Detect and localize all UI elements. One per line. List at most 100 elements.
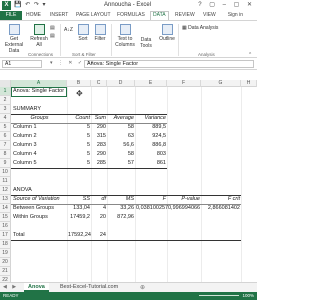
sign-in-link[interactable]: Sign in: [228, 11, 243, 20]
get-external-data-button[interactable]: Get External Data: [3, 24, 25, 54]
sheet-tab-anova[interactable]: Anova: [24, 283, 49, 292]
column-header-g[interactable]: G: [201, 80, 241, 87]
column-header-h[interactable]: H: [241, 80, 257, 87]
column-header-d[interactable]: D: [107, 80, 135, 87]
outline-button[interactable]: Outline: [158, 24, 176, 42]
summary-variance[interactable]: 886,8: [135, 141, 167, 150]
anova-header-df[interactable]: df: [91, 195, 107, 204]
summary-sum[interactable]: 285: [91, 159, 107, 168]
column-header-c[interactable]: C: [91, 80, 107, 87]
row-header-18[interactable]: 18: [0, 240, 11, 249]
summary-header-count[interactable]: Count: [67, 114, 91, 123]
summary-group[interactable]: Column 3: [12, 141, 38, 150]
tab-file[interactable]: FILE: [0, 11, 22, 20]
data-tools-button[interactable]: Data Tools: [136, 37, 156, 49]
row-header-1[interactable]: 1: [0, 87, 11, 96]
connections-cmd-icon[interactable]: ▤: [50, 25, 55, 31]
row-header-4[interactable]: 4: [0, 114, 11, 123]
summary-variance[interactable]: 803: [135, 150, 167, 159]
summary-count[interactable]: 5: [67, 159, 91, 168]
anova-header-f[interactable]: F: [135, 195, 167, 204]
refresh-all-button[interactable]: Refresh All: [30, 24, 48, 48]
anova-ss[interactable]: 133,04: [67, 204, 91, 213]
summary-group[interactable]: Column 1: [12, 123, 38, 132]
summary-average[interactable]: 63: [107, 132, 135, 141]
row-header-10[interactable]: 10: [0, 168, 11, 177]
summary-variance[interactable]: 889,5: [135, 123, 167, 132]
row-header-7[interactable]: 7: [0, 141, 11, 150]
anova-total-label[interactable]: Total: [12, 231, 26, 240]
summary-variance[interactable]: 861: [135, 159, 167, 168]
tab-view[interactable]: VIEW: [203, 11, 216, 20]
anova-title[interactable]: ANOVA: [12, 186, 33, 195]
summary-variance[interactable]: 924,5: [135, 132, 167, 141]
row-header-14[interactable]: 14: [0, 204, 11, 213]
summary-average[interactable]: 57: [107, 159, 135, 168]
formula-input[interactable]: Anova: Single Factor: [84, 60, 254, 68]
summary-count[interactable]: 5: [67, 150, 91, 159]
anova-f[interactable]: 0,038100257: [135, 204, 168, 213]
quick-access-toolbar[interactable]: 💾 ↶ ↷ ▾: [14, 1, 47, 8]
anova-df[interactable]: 4: [91, 204, 107, 213]
tab-review[interactable]: REVIEW: [175, 11, 195, 20]
summary-group[interactable]: Column 2: [12, 132, 38, 141]
anova-header-fcrit[interactable]: F crit: [201, 195, 241, 204]
summary-header-groups[interactable]: Groups: [12, 114, 67, 123]
sort-button[interactable]: Sort: [76, 24, 90, 42]
row-header-12[interactable]: 12: [0, 186, 11, 195]
summary-group[interactable]: Column 5: [12, 159, 38, 168]
sheet-tab-tutorial[interactable]: Best-Excel-Tutorial.com: [56, 283, 122, 292]
summary-count[interactable]: 5: [67, 123, 91, 132]
anova-source[interactable]: Between Groups: [12, 204, 55, 213]
tab-page-layout[interactable]: PAGE LAYOUT: [76, 11, 111, 20]
summary-sum[interactable]: 315: [91, 132, 107, 141]
anova-ss[interactable]: 17459,2: [67, 213, 91, 222]
summary-sum[interactable]: 290: [91, 123, 107, 132]
row-header-20[interactable]: 20: [0, 258, 11, 267]
properties-cmd-icon[interactable]: ▤: [50, 33, 55, 39]
anova-header-source[interactable]: Source of Variation: [12, 195, 61, 204]
anova-source[interactable]: Within Groups: [12, 213, 49, 222]
row-header-2[interactable]: 2: [0, 96, 11, 105]
anova-ms[interactable]: 872,96: [107, 213, 135, 222]
row-header-5[interactable]: 5: [0, 123, 11, 132]
row-header-3[interactable]: 3: [0, 105, 11, 114]
zoom-slider[interactable]: [199, 295, 239, 296]
column-header-e[interactable]: E: [135, 80, 167, 87]
summary-average[interactable]: 58: [107, 123, 135, 132]
row-header-9[interactable]: 9: [0, 159, 11, 168]
name-box[interactable]: A1: [2, 60, 42, 68]
row-header-17[interactable]: 17: [0, 231, 11, 240]
row-header-11[interactable]: 11: [0, 177, 11, 186]
tab-home[interactable]: HOME: [26, 11, 41, 20]
row-header-15[interactable]: 15: [0, 213, 11, 222]
summary-header-average[interactable]: Average: [107, 114, 135, 123]
summary-average[interactable]: 56,6: [107, 141, 135, 150]
summary-title[interactable]: SUMMARY: [12, 105, 42, 114]
anova-header-ms[interactable]: MS: [107, 195, 135, 204]
column-header-b[interactable]: B: [67, 80, 91, 87]
summary-count[interactable]: 5: [67, 141, 91, 150]
sheet-nav-arrows[interactable]: ◀ ▶: [3, 284, 18, 290]
row-header-21[interactable]: 21: [0, 267, 11, 276]
anova-pvalue[interactable]: 0,996994066: [167, 204, 201, 213]
worksheet-grid[interactable]: A B C D E F G H 1 2 3 4 5 6 7 8 9 10 11 …: [0, 80, 257, 287]
select-all-corner[interactable]: [0, 80, 11, 87]
summary-count[interactable]: 5: [67, 132, 91, 141]
anova-header-ss[interactable]: SS: [67, 195, 91, 204]
row-header-19[interactable]: 19: [0, 249, 11, 258]
zoom-level[interactable]: 100%: [242, 292, 254, 300]
window-controls[interactable]: ? ▢ – ▢ ✕: [198, 1, 255, 8]
summary-sum[interactable]: 283: [91, 141, 107, 150]
tab-insert[interactable]: INSERT: [50, 11, 68, 20]
anova-ms[interactable]: 33,26: [107, 204, 135, 213]
summary-header-sum[interactable]: Sum: [91, 114, 107, 123]
tab-formulas[interactable]: FORMULAS: [117, 11, 145, 20]
summary-header-variance[interactable]: Variance: [135, 114, 167, 123]
anova-fcrit[interactable]: 2,866081402: [201, 204, 241, 213]
column-header-a[interactable]: A: [11, 80, 67, 87]
sort-az-button[interactable]: A↓Z: [64, 27, 73, 33]
anova-df[interactable]: 20: [91, 213, 107, 222]
summary-group[interactable]: Column 4: [12, 150, 38, 159]
anova-total-ss[interactable]: 17592,24: [67, 231, 91, 240]
